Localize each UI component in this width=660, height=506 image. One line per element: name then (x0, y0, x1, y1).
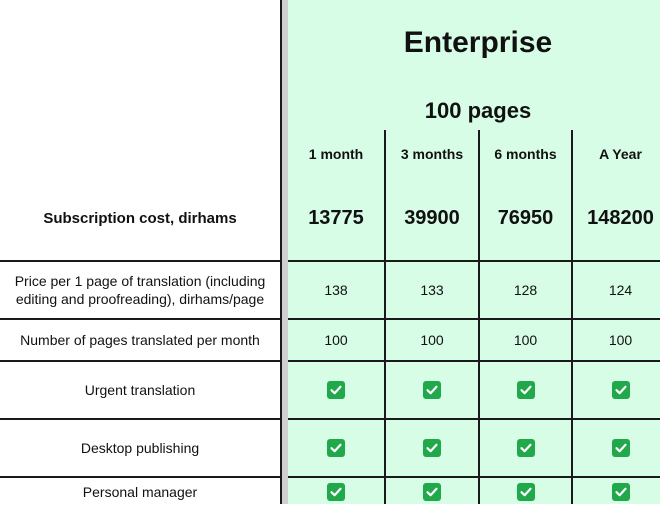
period-header-3-months: 3 months (400, 146, 464, 162)
period-header-a-year: A Year (599, 146, 642, 162)
plan-title: Enterprise (403, 26, 553, 59)
pages-per-month-value: 100 (513, 332, 538, 348)
check-icon (611, 483, 630, 501)
period-header-1-month: 1 month (308, 146, 364, 162)
price-per-page-value: 133 (420, 282, 444, 298)
row-label-price-per-page: Price per 1 page of translation (includi… (14, 273, 266, 307)
check-icon (327, 439, 345, 457)
row-label-desktop-publishing: Desktop publishing (80, 440, 200, 456)
check-icon (516, 439, 535, 457)
row-label-urgent-translation: Urgent translation (84, 382, 196, 398)
pages-per-month-value: 100 (420, 332, 444, 348)
price-per-page-value: 128 (513, 282, 538, 298)
pages-per-month-value: 100 (324, 332, 348, 348)
check-icon (516, 381, 535, 399)
subscription-cost-value: 39900 (404, 206, 460, 229)
subscription-cost-value: 13775 (308, 206, 364, 229)
check-icon (327, 483, 345, 501)
check-icon (423, 483, 441, 501)
row-label-pages-per-month: Number of pages translated per month (20, 332, 260, 348)
check-icon (423, 439, 441, 457)
check-icon (423, 381, 441, 399)
plan-pages: 100 pages (424, 98, 532, 123)
price-per-page-value: 138 (324, 282, 348, 298)
check-icon (516, 483, 535, 501)
check-icon (327, 381, 345, 399)
price-per-page-value: 124 (608, 282, 633, 298)
check-icon (611, 381, 630, 399)
subscription-cost-label: Subscription cost, dirhams (43, 209, 237, 227)
check-icon (611, 439, 630, 457)
subscription-cost-value: 76950 (497, 206, 554, 229)
period-header-6-months: 6 months (494, 146, 557, 162)
pages-per-month-value: 100 (608, 332, 633, 348)
subscription-cost-value: 148200 (587, 206, 654, 229)
row-label-personal-manager: Personal manager (82, 484, 198, 500)
